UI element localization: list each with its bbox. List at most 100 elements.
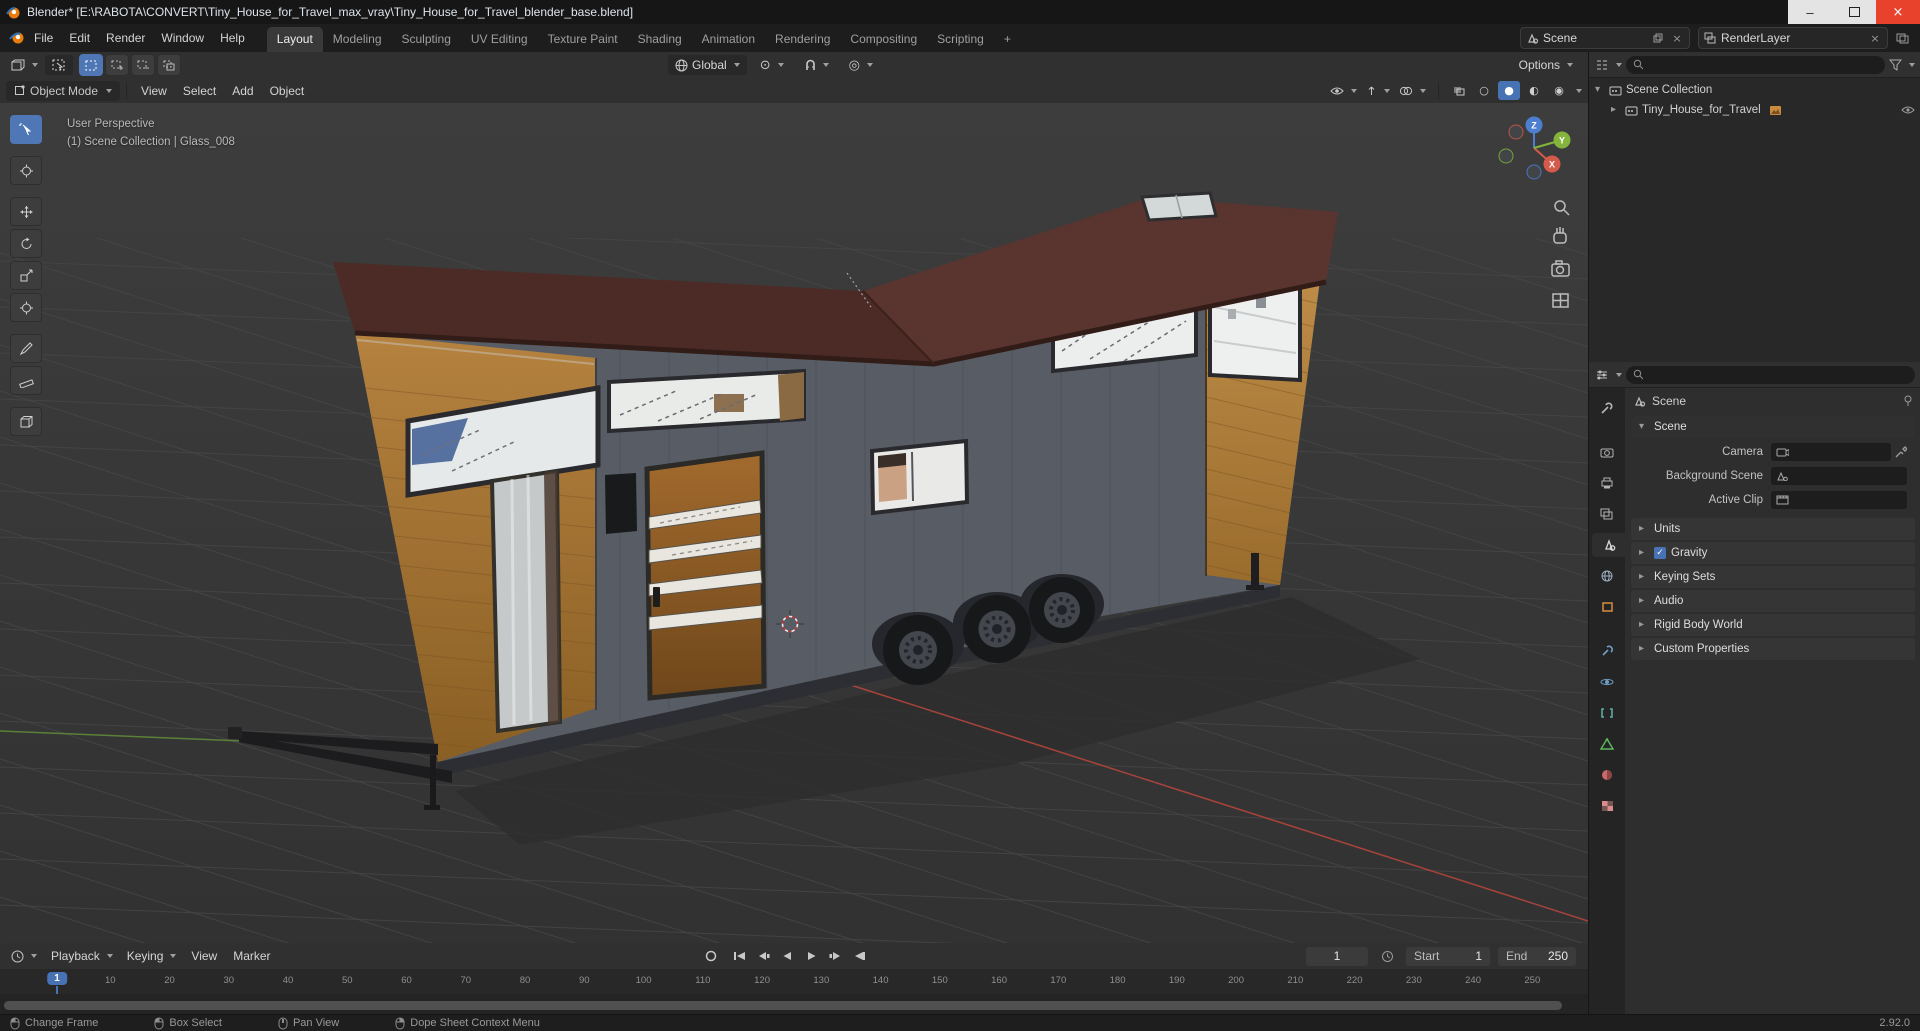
timeline-scrollbar[interactable] [4,1001,1562,1010]
properties-editor-caret[interactable] [1616,372,1622,377]
visibility-dropdown[interactable] [1327,81,1360,101]
workspace-tab-sculpting[interactable]: Sculpting [392,27,461,52]
workspace-tab-modeling[interactable]: Modeling [323,27,392,52]
viewport-menu-select[interactable]: Select [175,79,224,103]
remove-view-layer-icon[interactable]: × [1868,31,1882,45]
outliner-searchbox[interactable] [1626,55,1885,74]
properties-tab-tool[interactable] [1592,396,1622,420]
play-button[interactable] [800,947,822,966]
measure-tool-button[interactable] [10,366,42,395]
scene-selector[interactable]: Scene × [1520,27,1690,49]
add-workspace-button[interactable]: + [994,27,1021,52]
play-reverse-button[interactable] [776,947,798,966]
properties-tab-object-data[interactable] [1592,732,1622,756]
menu-render[interactable]: Render [98,25,153,52]
select-mode-intersect-button[interactable] [157,54,181,76]
camera-field[interactable] [1771,443,1891,461]
transform-tool-button[interactable] [10,293,42,322]
shading-dropdown-caret[interactable] [1576,88,1582,93]
close-button[interactable]: × [1876,0,1920,24]
eyedropper-icon[interactable] [1895,446,1907,458]
gravity-checkbox[interactable]: ✓ [1654,547,1666,559]
properties-tab-constraints[interactable] [1592,701,1622,725]
shading-rendered-button[interactable]: ◉ [1548,81,1570,100]
properties-tab-render[interactable] [1592,440,1622,464]
viewport-menu-object[interactable]: Object [262,79,313,103]
timeline-track-area[interactable] [0,994,1588,1014]
rotate-tool-button[interactable] [10,229,42,258]
pivot-point-dropdown[interactable]: ⊙ [753,55,791,75]
snapping-dropdown[interactable] [797,55,836,75]
hide-eye-icon[interactable] [1901,105,1915,115]
3d-viewport[interactable]: Z X Y User Perspective (1) Scene Collect… [0,103,1588,943]
maximize-button[interactable] [1832,0,1876,24]
overlays-dropdown[interactable] [1396,81,1429,101]
select-mode-new-button[interactable] [79,54,103,76]
view-layers-stack-icon[interactable] [1896,32,1910,44]
previous-keyframe-button[interactable] [752,947,774,966]
workspace-tab-uv-editing[interactable]: UV Editing [461,27,538,52]
rigid-body-world-section[interactable]: ▸ Rigid Body World [1631,614,1915,636]
breadcrumb-scene[interactable]: Scene [1652,394,1686,408]
select-box-button[interactable] [10,115,42,144]
viewport-menu-add[interactable]: Add [224,79,261,103]
properties-tab-output[interactable] [1592,471,1622,495]
shading-wireframe-button[interactable]: ○ [1473,81,1495,100]
outliner-row-scene-collection[interactable]: ▾ Scene Collection [1589,80,1920,100]
workspace-tab-compositing[interactable]: Compositing [840,27,927,52]
scale-tool-button[interactable] [10,261,42,290]
3d-viewport-canvas[interactable]: Z X Y [0,103,1588,943]
blender-menu-icon[interactable] [8,30,26,46]
properties-tab-material[interactable] [1592,763,1622,787]
frame-end-field[interactable]: End 250 [1498,946,1576,966]
properties-tab-scene[interactable] [1592,533,1626,557]
outliner-row-collection[interactable]: ▸ Tiny_House_for_Travel [1589,100,1920,120]
background-scene-field[interactable] [1771,467,1907,485]
active-clip-field[interactable] [1771,491,1907,509]
pin-icon[interactable] [1903,395,1913,407]
cursor-tool-button[interactable] [10,156,42,185]
frame-start-field[interactable]: Start 1 [1406,946,1490,966]
workspace-tab-rendering[interactable]: Rendering [765,27,840,52]
jump-to-start-button[interactable] [728,947,750,966]
proportional-editing-dropdown[interactable]: ◎ [842,55,880,75]
unlink-scene-icon[interactable]: × [1670,31,1684,45]
workspace-tab-animation[interactable]: Animation [692,27,765,52]
use-preview-range-button[interactable] [1376,947,1398,966]
editor-type-button[interactable] [4,55,45,75]
workspace-tab-texture-paint[interactable]: Texture Paint [538,27,628,52]
playback-menu[interactable]: Playback [44,946,120,966]
timeline-ruler[interactable]: 1 10 20 30 40 50 60 70 80 90 100 110 120 130 140 150 16… [0,969,1588,995]
gizmo-z-label[interactable]: Z [1531,121,1537,131]
audio-section[interactable]: ▸ Audio [1631,590,1915,612]
next-keyframe-button[interactable] [824,947,846,966]
current-frame-field[interactable]: 1 [1306,946,1368,966]
workspace-tab-layout[interactable]: Layout [266,27,323,52]
new-scene-button[interactable] [1651,31,1665,45]
expand-icon[interactable]: ▾ [1595,85,1605,95]
properties-tab-object[interactable] [1592,595,1622,619]
menu-file[interactable]: File [26,25,61,52]
jump-to-end-button[interactable] [848,947,870,966]
properties-tab-world[interactable] [1592,564,1622,588]
properties-tab-texture[interactable] [1592,794,1622,818]
auto-keying-button[interactable] [700,947,722,966]
shading-solid-button[interactable]: ● [1498,81,1520,100]
gizmos-dropdown[interactable] [1363,81,1393,101]
timeline-marker-menu[interactable]: Marker [225,944,278,969]
select-mode-subtract-button[interactable] [131,54,155,76]
mode-dropdown[interactable]: Object Mode [6,80,121,101]
properties-tab-modifiers[interactable] [1592,639,1622,663]
select-mode-extend-button[interactable] [105,54,129,76]
outliner-search-input[interactable] [1648,57,1878,72]
gizmo-x-label[interactable]: X [1549,160,1555,170]
keying-menu[interactable]: Keying [120,946,184,966]
minimize-button[interactable]: – [1788,0,1832,24]
active-tool-select-box[interactable] [45,55,73,75]
units-section[interactable]: ▸ Units [1631,518,1915,540]
filter-icon[interactable] [1889,59,1902,71]
keying-sets-section[interactable]: ▸ Keying Sets [1631,566,1915,588]
transform-orientation-dropdown[interactable]: Global [668,55,747,75]
outliner-editor-caret[interactable] [1616,62,1622,67]
workspace-tab-scripting[interactable]: Scripting [927,27,994,52]
